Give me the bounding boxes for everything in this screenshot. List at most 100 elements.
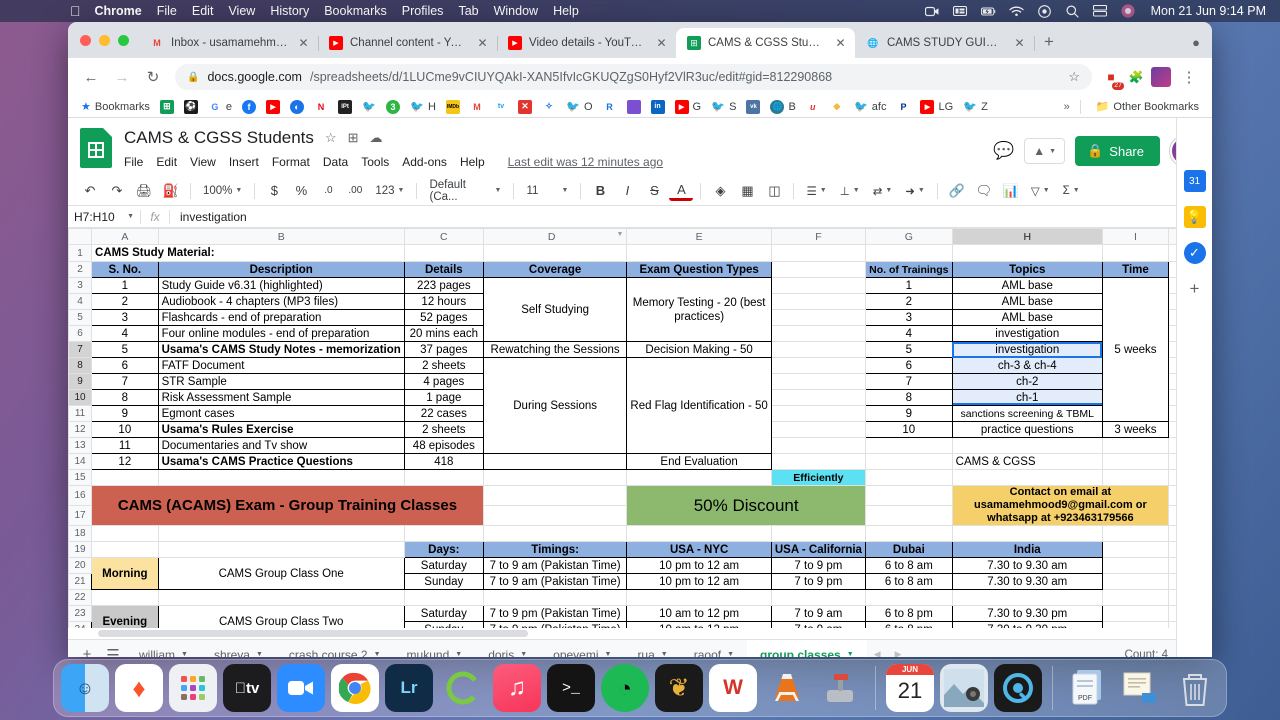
cell-f9[interactable] [770,373,866,390]
sheet-tab-rua[interactable]: rua ▼ [624,640,680,658]
cell-g17[interactable] [864,505,953,526]
cell-description[interactable]: Four online modules - end of preparation [157,325,405,342]
header-india[interactable]: India [951,541,1103,558]
horizontal-scrollbar[interactable]: ◀▶ [68,628,1212,639]
cell-e22[interactable] [626,589,772,606]
menu-history[interactable]: History [270,4,309,18]
cell-sno[interactable]: 9 [91,405,159,422]
cell-sno[interactable]: 11 [91,437,159,454]
bookmark-item[interactable]: u [801,99,825,114]
cell-h18[interactable] [951,525,1103,542]
bookmark-item[interactable]: ✧ [537,99,561,114]
cell-g14[interactable] [864,453,953,470]
insert-link-icon[interactable]: 🔗 [945,179,969,203]
grid-scroll-area[interactable]: A B C D ▼ E F G H I 1 CAMS Study Materia… [68,228,1200,628]
cell-nyc[interactable]: 10 am to 12 pm [626,605,772,622]
chevron-down-icon[interactable]: ▼ [520,640,527,658]
cell-sno[interactable]: 12 [91,453,159,470]
spotify-icon[interactable]: ◔ [601,664,649,712]
cell-h1[interactable] [951,244,1103,262]
cell-training-no[interactable]: 4 [864,325,953,342]
cell-timing[interactable]: 7 to 9 am (Pakistan Time) [482,573,628,590]
row-header-6[interactable]: 6 [68,325,93,342]
row-header-9[interactable]: 9 [68,373,93,390]
cell-sno[interactable]: 5 [91,341,159,358]
cell-coverage-during-sessions[interactable]: During Sessions [482,357,628,454]
cell-dubai[interactable]: 6 to 8 am [864,573,953,590]
insert-comment-icon[interactable]: 🗨 [972,179,996,203]
bookmark-item[interactable]: 🌐 B [765,99,800,114]
bookmark-item[interactable]: 🐦 H [405,99,441,114]
cell-topic[interactable]: AML base [951,293,1103,310]
present-button[interactable]: ▲ ▼ [1024,138,1066,164]
bookmark-item[interactable]: IPt [333,99,357,114]
menu-bookmarks[interactable]: Bookmarks [324,4,387,18]
butterfly-icon[interactable]: ❦ [655,664,703,712]
close-tab-button[interactable]: ✕ [833,36,848,50]
cell-coverage-self-studying[interactable]: Self Studying [482,277,628,342]
close-tab-button[interactable]: ✕ [296,36,311,50]
back-button-icon[interactable]: ← [78,64,104,90]
bookmark-item[interactable]: IMDb [441,99,465,114]
row-header-18[interactable]: 18 [68,525,93,542]
chevron-down-icon[interactable]: ▼ [605,640,612,658]
cell-f8[interactable] [770,357,866,374]
cell-dubai[interactable]: 6 to 8 am [864,557,953,574]
control-center-icon[interactable] [1037,4,1052,18]
cell-description[interactable]: Study Guide v6.31 (highlighted) [157,277,405,294]
cell-g1[interactable] [864,244,953,262]
cell-i23[interactable] [1101,605,1170,622]
menu-edit[interactable]: Edit [192,4,214,18]
cell-sno[interactable]: 7 [91,373,159,390]
apple-logo-icon[interactable]:  [70,4,81,18]
fill-color-icon[interactable]: ◈ [708,179,732,203]
bookmark-item[interactable]: Ge [203,99,237,114]
move-to-folder-icon[interactable]: ⊞ [348,130,359,146]
cell-a18[interactable] [91,525,159,542]
cell-f5[interactable] [770,309,866,326]
close-tab-button[interactable]: ✕ [654,36,669,50]
cell-coverage-rewatching[interactable]: Rewatching the Sessions [482,341,628,358]
finder-icon[interactable]: ☺ [61,664,109,712]
reload-button-icon[interactable]: ↻ [140,64,166,90]
add-sheet-button[interactable]: + [74,646,100,657]
sheet-tab-shreya[interactable]: shreya ▼ [201,640,276,658]
cell-training-no[interactable]: 2 [864,293,953,310]
bookmark-item[interactable]: 🐦 [357,99,381,114]
row-header-1[interactable]: 1 [68,244,93,262]
google-keep-icon[interactable]: 💡 [1183,206,1206,228]
extensions-puzzle-icon[interactable]: 🧩 [1126,67,1146,87]
cell-exam-memory-testing[interactable]: Memory Testing - 20 (best practices) [626,277,772,342]
stickies-icon[interactable] [1117,664,1165,712]
row-header-22[interactable]: 22 [68,589,93,606]
menu-tab[interactable]: Tab [458,4,478,18]
launchpad-icon[interactable] [169,664,217,712]
cell-g13[interactable] [864,437,953,454]
bookmarks-overflow-button[interactable]: » [1064,101,1070,113]
chrome-icon[interactable] [331,664,379,712]
document-title[interactable]: CAMS & CGSS Students [124,128,314,148]
star-document-icon[interactable]: ☆ [325,130,337,146]
cell-time-3-weeks[interactable]: 3 weeks [1101,421,1170,438]
menu-view[interactable]: View [228,4,255,18]
cell-description[interactable]: STR Sample [157,373,405,390]
tab-search-icon[interactable]: ● [1192,35,1212,58]
cell-f11[interactable] [770,405,866,422]
menu-tools[interactable]: Tools [361,155,389,169]
cell-details[interactable]: 418 [403,453,484,470]
column-header-i[interactable]: I [1101,228,1170,245]
header-days[interactable]: Days: [403,541,484,558]
row-header-10[interactable]: 10 [68,389,93,406]
text-rotation-icon[interactable]: ➜ ▼ [900,179,930,203]
cell-c15[interactable] [403,469,484,486]
table-row[interactable]: 16 CAMS (ACAMS) Exam - Group Training Cl… [68,485,1200,526]
cell-c1[interactable] [403,244,484,262]
wps-office-icon[interactable]: W [709,664,757,712]
bookmark-item[interactable]: ▶ [261,99,285,114]
close-window-button[interactable] [80,34,91,46]
cell-topic[interactable]: ch-1 [951,389,1103,406]
cell-exam-red-flag[interactable]: Red Flag Identification - 50 [626,357,772,454]
font-size-selector[interactable]: 11 ▼ [521,179,573,203]
brave-icon[interactable]: ♦ [115,664,163,712]
cell-a1-title[interactable]: CAMS Study Material: [91,244,405,262]
